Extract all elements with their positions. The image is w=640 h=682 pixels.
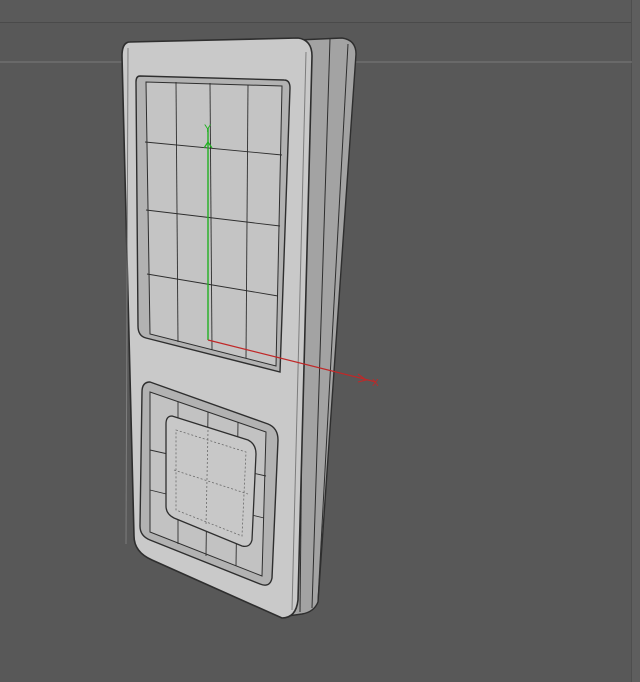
screen-recess — [135, 75, 291, 373]
3d-viewport[interactable]: Y X — [0, 0, 640, 682]
viewport-canvas[interactable]: Y X — [0, 0, 640, 682]
y-axis-label: Y — [204, 123, 212, 135]
x-axis-label: X — [372, 378, 379, 389]
phone-model[interactable] — [121, 37, 357, 619]
